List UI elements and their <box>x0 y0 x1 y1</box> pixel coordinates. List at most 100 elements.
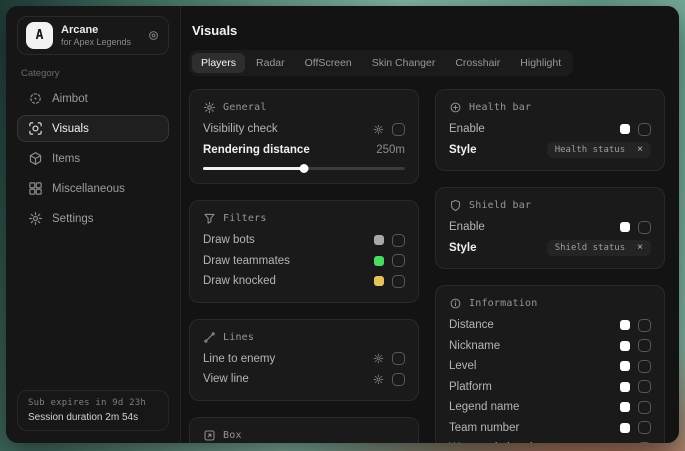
color-swatch[interactable] <box>620 423 630 433</box>
card-lines: Lines Line to enemy View line <box>189 319 419 401</box>
sidebar-item-items[interactable]: Items <box>17 145 169 172</box>
checkbox-enable[interactable] <box>638 123 651 136</box>
color-swatch[interactable] <box>620 361 630 371</box>
row-nickname: Nickname <box>449 336 651 357</box>
card-header: General <box>203 101 405 114</box>
checkbox-level[interactable] <box>638 360 651 373</box>
card-title: General <box>223 102 267 113</box>
row-line-to-enemy: Line to enemy <box>203 349 405 370</box>
row-controls <box>374 254 405 267</box>
color-swatch[interactable] <box>374 235 384 245</box>
checkbox-platform[interactable] <box>638 380 651 393</box>
tab-bar: PlayersRadarOffScreenSkin ChangerCrossha… <box>189 50 573 76</box>
row-visibility-check: Visibility check <box>203 119 405 140</box>
row-style: StyleHealth status× <box>449 140 651 161</box>
slider-fill <box>203 167 304 170</box>
card-general: General Visibility checkRendering distanc… <box>189 89 419 184</box>
tab-skin-changer[interactable]: Skin Changer <box>363 53 445 73</box>
cheat-menu-window: A Arcane for Apex Legends Category Aimbo… <box>6 6 679 443</box>
row-level: Level <box>449 356 651 377</box>
funnel-icon <box>203 212 216 225</box>
sidebar-item-aimbot[interactable]: Aimbot <box>17 85 169 112</box>
checkbox-legend-name[interactable] <box>638 401 651 414</box>
row-label: Draw teammates <box>203 255 290 267</box>
color-swatch[interactable] <box>620 124 630 134</box>
row-settings-button[interactable] <box>373 353 384 364</box>
close-icon[interactable]: × <box>637 243 643 253</box>
row-team-number: Team number <box>449 418 651 439</box>
row-draw-bots: Draw bots <box>203 230 405 251</box>
sidebar-item-settings[interactable]: Settings <box>17 205 169 232</box>
row-label: Enable <box>449 221 485 233</box>
row-controls <box>620 421 651 434</box>
checkbox-line-to-enemy[interactable] <box>392 352 405 365</box>
gear-icon <box>373 124 384 135</box>
sidebar: A Arcane for Apex Legends Category Aimbo… <box>6 6 181 443</box>
sidebar-item-label: Settings <box>52 213 94 225</box>
tab-players[interactable]: Players <box>192 53 245 73</box>
card-header: Box <box>203 429 405 442</box>
row-style: StyleShield status× <box>449 238 651 259</box>
health-icon <box>449 101 462 114</box>
color-swatch[interactable] <box>620 382 630 392</box>
checkbox-draw-knocked[interactable] <box>392 275 405 288</box>
sidebar-item-miscellaneous[interactable]: Miscellaneous <box>17 175 169 202</box>
app-name: Arcane <box>61 24 131 36</box>
checkbox-nickname[interactable] <box>638 339 651 352</box>
tab-radar[interactable]: Radar <box>247 53 294 73</box>
target-icon[interactable] <box>147 29 160 42</box>
info-icon <box>449 297 462 310</box>
row-controls <box>620 221 651 234</box>
close-icon[interactable]: × <box>637 145 643 155</box>
subscription-info: Sub expires in 9d 23h Session duration 2… <box>17 390 169 431</box>
checkbox-visibility-check[interactable] <box>392 123 405 136</box>
row-rendering-distance: Rendering distance250m <box>203 140 405 161</box>
checkbox-weapon-in-hands[interactable] <box>638 442 651 443</box>
checkbox-draw-bots[interactable] <box>392 234 405 247</box>
row-settings-button[interactable] <box>373 124 384 135</box>
checkbox-view-line[interactable] <box>392 373 405 386</box>
app-logo-letter: A <box>36 28 44 43</box>
tab-crosshair[interactable]: Crosshair <box>446 53 509 73</box>
row-weapon-in-hands: Weapon in hands <box>449 438 651 443</box>
color-swatch[interactable] <box>374 276 384 286</box>
sidebar-item-visuals[interactable]: Visuals <box>17 115 169 142</box>
row-label: Draw knocked <box>203 275 276 287</box>
checkbox-team-number[interactable] <box>638 421 651 434</box>
color-swatch[interactable] <box>620 320 630 330</box>
style-select[interactable]: Health status× <box>547 142 651 158</box>
card-title: Lines <box>223 332 254 343</box>
style-select[interactable]: Shield status× <box>547 240 651 256</box>
checkbox-enable[interactable] <box>638 221 651 234</box>
info-icon <box>449 297 462 310</box>
color-swatch[interactable] <box>620 341 630 351</box>
app-subtitle: for Apex Legends <box>61 38 131 47</box>
checkbox-distance[interactable] <box>638 319 651 332</box>
card-title: Shield bar <box>469 200 531 211</box>
cards-area: General Visibility checkRendering distanc… <box>189 89 665 443</box>
row-settings-button[interactable] <box>373 374 384 385</box>
card-header: Information <box>449 297 651 310</box>
tab-highlight[interactable]: Highlight <box>511 53 570 73</box>
slider-thumb[interactable] <box>300 164 309 173</box>
app-header: A Arcane for Apex Legends <box>17 16 169 55</box>
color-swatch[interactable] <box>620 402 630 412</box>
card-box: BoxEnableEnable background <box>189 417 419 444</box>
row-label: View line <box>203 373 249 385</box>
row-label: Nickname <box>449 340 500 352</box>
row-label: Line to enemy <box>203 353 275 365</box>
gear-icon <box>28 211 43 226</box>
row-enable: Enable <box>449 119 651 140</box>
card-title: Information <box>469 298 537 309</box>
row-label: Draw bots <box>203 234 255 246</box>
row-controls <box>620 319 651 332</box>
color-swatch[interactable] <box>620 222 630 232</box>
color-swatch[interactable] <box>374 256 384 266</box>
row-label: Level <box>449 360 477 372</box>
slider-rendering-distance[interactable] <box>203 163 405 173</box>
session-duration-text: Session duration 2m 54s <box>28 412 158 423</box>
tab-offscreen[interactable]: OffScreen <box>296 53 361 73</box>
checkbox-draw-teammates[interactable] <box>392 254 405 267</box>
funnel-icon <box>203 212 216 225</box>
page-title: Visuals <box>192 23 665 38</box>
